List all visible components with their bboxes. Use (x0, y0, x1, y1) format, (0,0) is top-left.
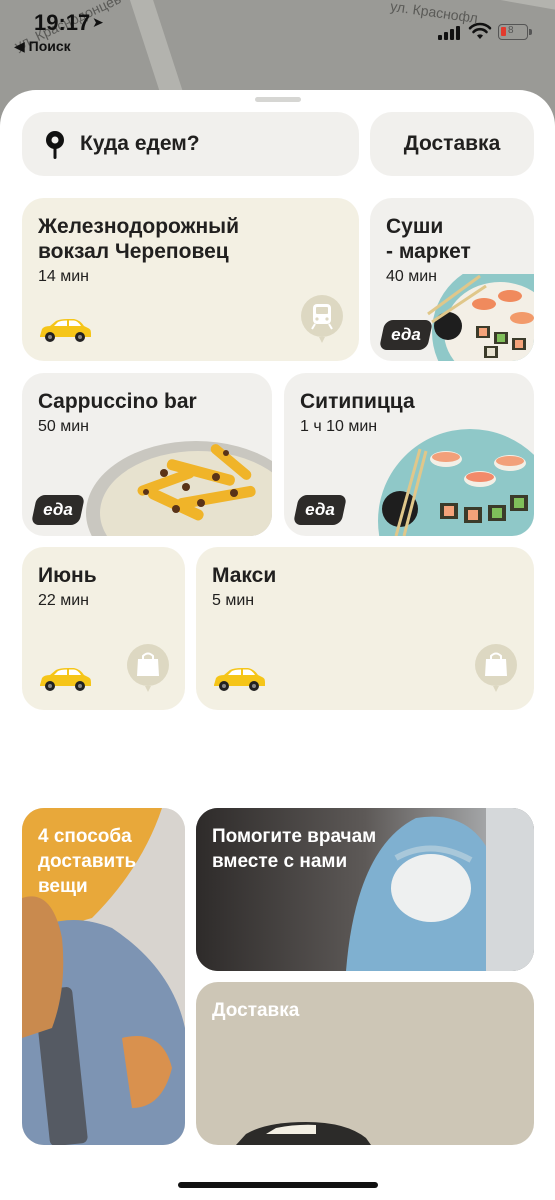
shortcut-card-cappuccino-bar[interactable]: Cappuccino bar 50 мин еда (22, 373, 272, 536)
shortcut-card-citipizza[interactable]: Ситипицца 1 ч 10 мин еда (284, 373, 534, 536)
shortcut-eta: 50 мин (38, 418, 90, 435)
where-to-label: Куда едем? (80, 132, 200, 155)
wifi-icon (468, 22, 492, 39)
sushi-image (427, 274, 534, 361)
shortcut-title: Суши (386, 215, 444, 238)
taxi-car-icon (40, 668, 91, 691)
shortcut-title: Ситипицца (300, 390, 415, 413)
sushi-image (378, 429, 534, 536)
promo-title: вещи (38, 876, 88, 897)
shortcut-title: Cappuccino bar (38, 390, 197, 413)
cellular-signal-icon (438, 26, 460, 40)
location-pin-icon (46, 131, 64, 159)
eda-badge: еда (292, 495, 348, 525)
bottom-sheet: Куда едем? Доставка Железнодорожный вокз… (0, 90, 555, 1200)
shortcut-card-railway-station[interactable]: Железнодорожный вокзал Череповец 14 мин (22, 198, 359, 361)
eda-badge: еда (378, 320, 434, 350)
promo-card-delivery-ways[interactable]: 4 способа доставить вещи (22, 808, 185, 1145)
eda-badge: еда (30, 495, 86, 525)
where-to-button[interactable]: Куда едем? (22, 112, 359, 176)
shortcut-card-maksi[interactable]: Макси 5 мин (196, 547, 534, 710)
status-time: 19:17 (34, 10, 91, 35)
shortcut-title: Железнодорожный (38, 215, 240, 238)
promo-title: вместе с нами (212, 851, 348, 872)
shortcut-title: - маркет (386, 240, 471, 263)
promo-card-delivery[interactable]: Доставка (196, 982, 534, 1145)
shortcut-title: Июнь (38, 564, 97, 587)
shortcut-eta: 22 мин (38, 592, 90, 609)
shortcut-title: вокзал Череповец (38, 240, 229, 263)
battery-icon: 8 (498, 24, 532, 40)
delivery-button[interactable]: Доставка (370, 112, 534, 176)
sheet-grabber[interactable] (255, 97, 301, 102)
promo-title: 4 способа (38, 826, 132, 847)
taxi-car-icon (214, 668, 265, 691)
taxi-car-icon (40, 319, 91, 342)
battery-percent: 8 (508, 25, 514, 36)
promo-title: Доставка (212, 1000, 300, 1021)
status-bar: 19:17 ➤ ◀ Поиск 8 (0, 0, 555, 60)
home-indicator[interactable] (178, 1182, 378, 1188)
shortcut-eta: 14 мин (38, 268, 90, 285)
train-icon (301, 295, 343, 343)
shortcut-title: Макси (212, 564, 277, 587)
shortcut-card-sushi-market[interactable]: Суши - маркет 40 мин еда (370, 198, 534, 361)
car-image (236, 1122, 371, 1145)
back-to-search-link[interactable]: ◀ Поиск (14, 38, 71, 55)
shortcut-eta: 5 мин (212, 592, 255, 609)
delivery-label: Доставка (403, 132, 501, 155)
shopping-bag-icon (475, 644, 517, 692)
shopping-bag-icon (127, 644, 169, 692)
promo-card-help-doctors[interactable]: Помогите врачам вместе с нами (196, 808, 534, 971)
shortcut-card-iyun[interactable]: Июнь 22 мин (22, 547, 185, 710)
pasta-image (86, 441, 272, 536)
location-arrow-icon: ➤ (92, 14, 104, 30)
promo-title: Помогите врачам (212, 826, 377, 847)
promo-title: доставить (38, 851, 137, 872)
